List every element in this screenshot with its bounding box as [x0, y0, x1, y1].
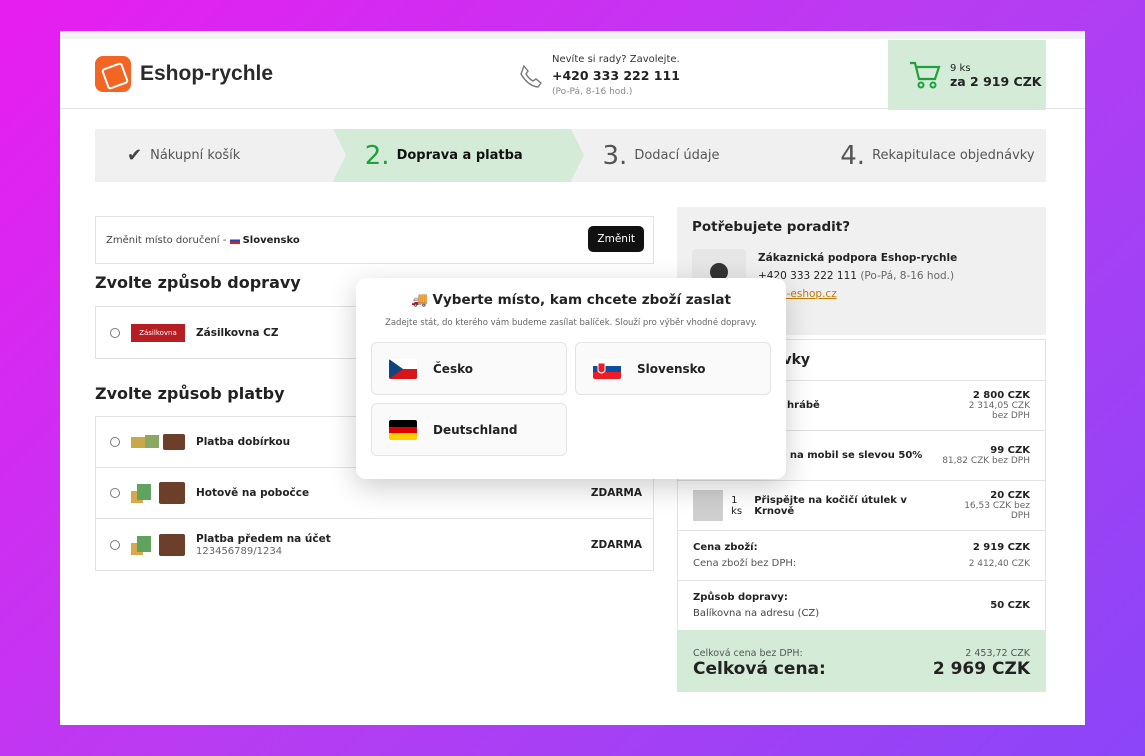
goods-label: Cena zboží: — [693, 541, 758, 553]
destination-country: Slovensko — [242, 234, 300, 246]
change-destination-button[interactable]: Změnit — [588, 226, 644, 252]
total-row: Celková cena bez DPH: Celková cena: 2 453… — [678, 630, 1045, 691]
shipping-heading: Zvolte způsob dopravy — [95, 273, 301, 292]
step-label: Rekapitulace objednávky — [872, 148, 1035, 163]
german-flag-icon — [389, 419, 417, 440]
goods-price: 2 919 CZK — [972, 541, 1030, 553]
total-label: Celková cena: — [693, 659, 826, 679]
item-net: 81,82 CZK bez DPH — [942, 456, 1030, 466]
logo-text: Eshop-rychle — [140, 62, 274, 85]
ship-label: Způsob dopravy: — [693, 591, 788, 603]
item-thumbnail — [693, 490, 724, 521]
destination-label: Změnit místo doručení - — [106, 234, 227, 246]
ship-price: 50 CZK — [990, 600, 1030, 611]
step-cart[interactable]: ✔ Nákupní košík — [95, 129, 346, 182]
item-price: 99 CZK — [990, 445, 1030, 456]
option-label: Platba předem na účet — [196, 532, 331, 545]
step-shipping-payment[interactable]: 2. Doprava a platba — [332, 129, 584, 182]
phone-number[interactable]: +420 333 222 111 — [552, 67, 680, 85]
czech-flag-icon — [389, 358, 417, 379]
country-name: Deutschland — [433, 422, 518, 437]
goods-price-row: Cena zboží: Cena zboží bez DPH: 2 919 CZK… — [678, 530, 1045, 580]
cash-wallet-icon — [131, 533, 185, 556]
support-email[interactable]: @vas-eshop.cz — [758, 285, 957, 303]
country-button-cz[interactable]: Česko — [371, 342, 567, 395]
step-delivery-details[interactable]: 3. Dodací údaje — [571, 129, 821, 182]
step-summary[interactable]: 4. Rekapitulace objednávky — [808, 129, 1046, 182]
country-modal: 🚚 Vyberte místo, kam chcete zboží zaslat… — [356, 278, 786, 479]
phone-contact: Nevíte si rady? Zavolejte. +420 333 222 … — [516, 53, 680, 99]
goods-net: 2 412,40 CZK — [968, 558, 1030, 569]
item-price: 2 800 CZK — [972, 390, 1030, 401]
cart-total: za 2 919 CZK — [950, 74, 1042, 89]
cash-wallet-icon — [131, 482, 185, 504]
support-name: Zákaznická podpora Eshop-rychle — [758, 252, 958, 264]
step-label: Nákupní košík — [150, 148, 241, 163]
support-hours: (Po-Pá, 8-16 hod.) — [860, 270, 955, 282]
check-icon: ✔ — [127, 145, 143, 166]
country-grid: Česko Slovensko Deutschland — [371, 342, 771, 456]
step-number: 3. — [602, 140, 628, 171]
radio-button[interactable] — [110, 437, 120, 447]
country-button-de[interactable]: Deutschland — [371, 403, 567, 456]
cart-button[interactable]: 9 ks za 2 919 CZK — [888, 40, 1046, 110]
item-qty: 1 ks — [731, 494, 743, 517]
item-label: ka na mobil se slevou 50% — [773, 450, 923, 461]
total-net-label: Celková cena bez DPH: — [693, 648, 803, 659]
cart-icon — [910, 61, 941, 89]
phone-prompt: Nevíte si rady? Zavolejte. — [552, 54, 680, 65]
total-price: 2 969 CZK — [932, 659, 1030, 679]
item-net: 2 314,05 CZK bez DPH — [968, 401, 1030, 421]
radio-button[interactable] — [110, 488, 120, 498]
radio-button[interactable] — [110, 539, 120, 550]
goods-net-label: Cena zboží bez DPH: — [693, 557, 797, 569]
country-button-sk[interactable]: Slovensko — [575, 342, 771, 395]
summary-item: 1 ks Přispějte na kočičí útulek v Krnově… — [678, 480, 1045, 530]
slovak-flag-icon — [593, 358, 621, 379]
item-net: 16,53 CZK bez DPH — [964, 501, 1030, 521]
step-label: Doprava a platba — [396, 148, 523, 163]
step-label: Dodací údaje — [634, 148, 720, 163]
site-header: Eshop-rychle Nevíte si rady? Zavolejte. … — [60, 31, 1085, 110]
radio-button[interactable] — [110, 327, 120, 338]
payment-heading: Zvolte způsob platby — [95, 384, 285, 403]
account-number: 123456789/1234 — [196, 545, 283, 557]
modal-title: Vyberte místo, kam chcete zboží zaslat — [432, 292, 731, 308]
logo-icon — [95, 56, 131, 92]
country-name: Česko — [433, 361, 473, 376]
phone-icon — [520, 64, 542, 88]
destination-bar: Změnit místo doručení - Slovensko Změnit — [95, 216, 654, 264]
shipping-price-row: Způsob dopravy: Balíkovna na adresu (CZ) … — [678, 580, 1045, 630]
total-net: 2 453,72 CZK — [965, 648, 1030, 659]
item-price: 20 CZK — [990, 490, 1030, 501]
option-price: ZDARMA — [590, 538, 642, 551]
cash-wallet-icon — [131, 433, 185, 451]
modal-subtitle: Zadejte stát, do kterého vám budeme zasí… — [385, 318, 757, 328]
phone-hours: (Po-Pá, 8-16 hod.) — [552, 87, 633, 97]
logo[interactable]: Eshop-rychle — [95, 56, 273, 92]
payment-option[interactable]: Platba předem na účet 123456789/1234 ZDAR… — [96, 519, 653, 570]
option-label: Zásilkovna CZ — [196, 326, 279, 339]
step-number: 2. — [364, 140, 390, 171]
country-name: Slovensko — [637, 361, 706, 376]
zasilkovna-logo: Zásilkovna — [131, 323, 185, 342]
step-number: 4. — [840, 140, 866, 171]
item-label: Přispějte na kočičí útulek v Krnově — [754, 494, 907, 517]
option-price: ZDARMA — [590, 487, 642, 499]
option-label: Hotově na pobočce — [196, 487, 310, 499]
slovakia-flag-icon — [229, 236, 240, 244]
option-label: Platba dobírkou — [196, 436, 291, 448]
truck-icon: 🚚 — [411, 292, 428, 308]
ship-method: Balíkovna na adresu (CZ) — [693, 607, 820, 619]
help-title: Potřebujete poradit? — [692, 219, 851, 235]
checkout-steps: ✔ Nákupní košík 2. Doprava a platba 3. Doda… — [95, 129, 1046, 182]
